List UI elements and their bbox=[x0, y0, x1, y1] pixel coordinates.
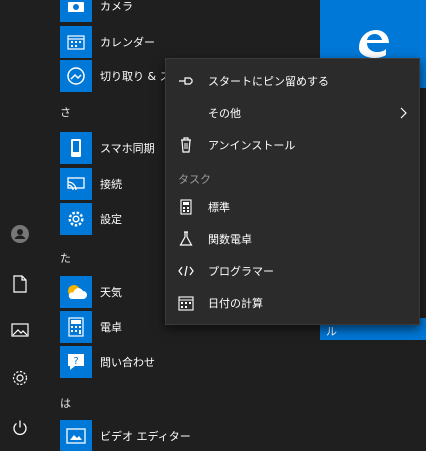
app-label: 天気 bbox=[100, 286, 122, 299]
documents-button[interactable] bbox=[0, 264, 40, 304]
app-label: カメラ bbox=[100, 0, 133, 13]
calculator-icon bbox=[60, 311, 92, 343]
settings-gear-icon bbox=[60, 203, 92, 235]
chevron-right-icon bbox=[400, 107, 407, 119]
svg-text:?: ? bbox=[73, 356, 78, 367]
settings-button[interactable] bbox=[0, 358, 40, 398]
phone-icon bbox=[60, 132, 92, 164]
menu-item-pin-to-start[interactable]: スタートにピン留めする bbox=[166, 65, 419, 97]
app-calendar[interactable]: カレンダー bbox=[60, 26, 155, 58]
tile-label: ル bbox=[326, 325, 337, 338]
help-icon: ? bbox=[60, 346, 92, 378]
menu-item-scientific[interactable]: 関数電卓 bbox=[166, 223, 419, 255]
trash-icon bbox=[178, 137, 194, 153]
context-menu: スタートにピン留めする その他 アンインストール タスク 標準 関数電卓 プログ… bbox=[165, 58, 420, 325]
power-button[interactable] bbox=[0, 408, 40, 448]
tasks-section-header: タスク bbox=[178, 173, 211, 186]
app-label: スマホ同期 bbox=[100, 142, 155, 155]
image-icon bbox=[11, 323, 29, 337]
user-account-button[interactable] bbox=[0, 214, 40, 254]
menu-item-standard[interactable]: 標準 bbox=[166, 191, 419, 223]
connect-icon bbox=[60, 168, 92, 200]
app-calculator[interactable]: 電卓 bbox=[60, 311, 122, 343]
menu-item-more[interactable]: その他 bbox=[166, 97, 419, 129]
app-label: 問い合わせ bbox=[100, 356, 155, 369]
start-left-rail bbox=[0, 0, 40, 451]
flask-icon bbox=[178, 231, 194, 247]
app-connect[interactable]: 接続 bbox=[60, 168, 122, 200]
user-icon bbox=[11, 225, 29, 243]
app-camera[interactable]: カメラ bbox=[60, 0, 133, 22]
app-snip-sketch[interactable]: 切り取り & ス bbox=[60, 60, 171, 92]
gear-icon bbox=[12, 370, 28, 386]
group-header-ta[interactable]: た bbox=[60, 250, 71, 266]
code-icon bbox=[178, 263, 194, 279]
video-editor-icon bbox=[60, 420, 92, 451]
snip-sketch-icon bbox=[60, 60, 92, 92]
document-icon bbox=[13, 275, 27, 293]
group-header-sa[interactable]: さ bbox=[60, 104, 71, 120]
app-settings[interactable]: 設定 bbox=[60, 203, 122, 235]
calendar-icon bbox=[178, 295, 194, 311]
pin-icon bbox=[178, 73, 194, 89]
app-get-help[interactable]: ? 問い合わせ bbox=[60, 346, 155, 378]
group-header-ha[interactable]: は bbox=[60, 395, 71, 411]
menu-item-uninstall[interactable]: アンインストール bbox=[166, 129, 419, 161]
app-label: 接続 bbox=[100, 178, 122, 191]
pictures-button[interactable] bbox=[0, 310, 40, 350]
calculator-icon bbox=[178, 199, 194, 215]
app-label: カレンダー bbox=[100, 36, 155, 49]
power-icon bbox=[13, 420, 27, 435]
menu-item-date-calculation[interactable]: 日付の計算 bbox=[166, 287, 419, 319]
app-label: ビデオ エディター bbox=[100, 430, 191, 443]
menu-item-programmer[interactable]: プログラマー bbox=[166, 255, 419, 287]
app-label: 切り取り & ス bbox=[100, 70, 171, 83]
app-label: 電卓 bbox=[100, 321, 122, 334]
calendar-icon bbox=[60, 26, 92, 58]
app-video-editor[interactable]: ビデオ エディター bbox=[60, 420, 191, 451]
app-phone-link[interactable]: スマホ同期 bbox=[60, 132, 155, 164]
app-weather[interactable]: 天気 bbox=[60, 276, 122, 308]
camera-icon bbox=[60, 0, 92, 22]
app-label: 設定 bbox=[100, 213, 122, 226]
weather-icon bbox=[60, 276, 92, 308]
